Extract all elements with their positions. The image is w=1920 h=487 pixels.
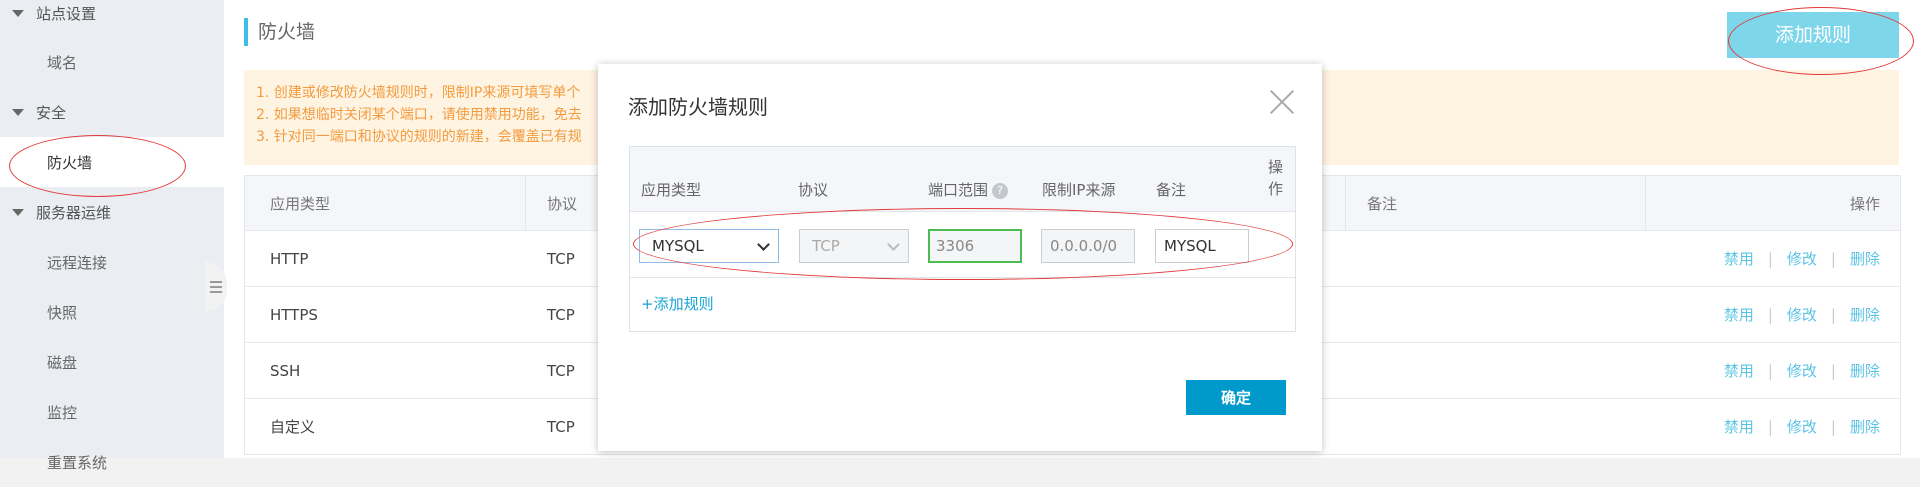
chevron-down-icon bbox=[887, 238, 900, 251]
page-title: 防火墙 bbox=[244, 18, 315, 46]
port-value: 3306 bbox=[936, 237, 975, 255]
sidebar-item-label: 域名 bbox=[47, 53, 78, 72]
row-actions: 禁用 | 修改 | 删除 bbox=[1724, 416, 1880, 437]
ip-source-input[interactable]: 0.0.0.0/0 bbox=[1041, 229, 1135, 263]
app-type-value: MYSQL bbox=[652, 237, 704, 255]
sidebar-item-remote-connect[interactable]: 远程连接 bbox=[0, 237, 224, 287]
disable-link[interactable]: 禁用 bbox=[1724, 360, 1754, 381]
header-port-range: 端口范围? bbox=[928, 179, 1009, 200]
row-actions: 禁用 | 修改 | 删除 bbox=[1724, 360, 1880, 381]
sidebar-item-label: 快照 bbox=[47, 303, 78, 322]
caret-down-icon bbox=[12, 9, 24, 17]
sidebar-group-server-ops[interactable]: 服务器运维 bbox=[0, 187, 224, 237]
disable-link[interactable]: 禁用 bbox=[1724, 416, 1754, 437]
sidebar-item-reset-system[interactable]: 重置系统 bbox=[0, 437, 224, 487]
cell-protocol: TCP bbox=[547, 305, 575, 324]
cell-protocol: TCP bbox=[547, 249, 575, 268]
sidebar-item-disk[interactable]: 磁盘 bbox=[0, 337, 224, 387]
dialog-title: 添加防火墙规则 bbox=[628, 95, 768, 119]
header-divider bbox=[525, 176, 526, 230]
delete-link[interactable]: 删除 bbox=[1850, 416, 1880, 437]
sidebar-group-label: 服务器运维 bbox=[36, 203, 112, 222]
action-separator: | bbox=[1830, 417, 1836, 436]
sidebar-item-snapshot[interactable]: 快照 bbox=[0, 287, 224, 337]
action-separator: | bbox=[1830, 361, 1836, 380]
edit-link[interactable]: 修改 bbox=[1787, 304, 1817, 325]
sidebar-item-label: 监控 bbox=[47, 403, 78, 422]
add-rule-button[interactable]: 添加规则 bbox=[1727, 12, 1899, 58]
action-separator: | bbox=[1767, 305, 1773, 324]
header-ops: 操作 bbox=[1849, 194, 1880, 213]
row-actions: 禁用 | 修改 | 删除 bbox=[1724, 304, 1880, 325]
delete-link[interactable]: 删除 bbox=[1850, 304, 1880, 325]
sidebar-group-label: 安全 bbox=[36, 103, 67, 122]
menu-icon bbox=[210, 281, 222, 293]
disable-link[interactable]: 禁用 bbox=[1724, 248, 1754, 269]
caret-down-icon bbox=[12, 108, 24, 116]
header-divider bbox=[1645, 176, 1646, 230]
action-separator: | bbox=[1830, 249, 1836, 268]
protocol-select: TCP bbox=[799, 229, 909, 263]
header-ip-source: 限制IP来源 bbox=[1042, 181, 1116, 199]
header-note: 备注 bbox=[1156, 181, 1187, 199]
row-divider bbox=[630, 277, 1295, 278]
chevron-down-icon bbox=[757, 238, 770, 251]
sidebar-item-label: 磁盘 bbox=[47, 353, 78, 372]
sidebar-item-monitor[interactable]: 监控 bbox=[0, 387, 224, 437]
confirm-button[interactable]: 确定 bbox=[1186, 380, 1286, 415]
close-icon[interactable] bbox=[1268, 88, 1296, 116]
sidebar-item-label: 远程连接 bbox=[47, 253, 108, 272]
rule-form-table: 应用类型 协议 端口范围? 限制IP来源 备注 操作 MYSQL TCP 330… bbox=[629, 146, 1296, 332]
edit-link[interactable]: 修改 bbox=[1787, 416, 1817, 437]
note-value: MYSQL bbox=[1164, 237, 1216, 255]
cell-app-type: 自定义 bbox=[270, 418, 316, 436]
add-firewall-rule-dialog: 添加防火墙规则 应用类型 协议 端口范围? 限制IP来源 备注 操作 MYSQL… bbox=[598, 64, 1322, 451]
sidebar-item-label: 重置系统 bbox=[47, 453, 108, 472]
row-actions: 禁用 | 修改 | 删除 bbox=[1724, 248, 1880, 269]
sidebar-item-domain[interactable]: 域名 bbox=[0, 37, 224, 87]
rule-form-header: 应用类型 协议 端口范围? 限制IP来源 备注 操作 bbox=[630, 147, 1295, 212]
edit-link[interactable]: 修改 bbox=[1787, 360, 1817, 381]
header-app-type: 应用类型 bbox=[270, 194, 331, 213]
delete-link[interactable]: 删除 bbox=[1850, 248, 1880, 269]
action-separator: | bbox=[1830, 305, 1836, 324]
sidebar-item-label: 防火墙 bbox=[47, 153, 93, 172]
note-input[interactable]: MYSQL bbox=[1155, 229, 1249, 263]
sidebar-group-site-settings[interactable]: 站点设置 bbox=[0, 0, 224, 38]
ip-value: 0.0.0.0/0 bbox=[1050, 237, 1118, 255]
action-separator: | bbox=[1767, 361, 1773, 380]
sidebar-group-security[interactable]: 安全 bbox=[0, 87, 224, 137]
add-rule-link[interactable]: +添加规则 bbox=[641, 293, 714, 314]
cell-app-type: HTTPS bbox=[270, 305, 318, 324]
cell-protocol: TCP bbox=[547, 361, 575, 380]
sidebar: 站点设置 域名 安全 防火墙 服务器运维 远程连接 快照 磁盘 监控 重置系统 bbox=[0, 0, 224, 472]
delete-link[interactable]: 删除 bbox=[1850, 360, 1880, 381]
header-protocol: 协议 bbox=[547, 194, 578, 213]
header-divider bbox=[1345, 176, 1346, 230]
cell-app-type: HTTP bbox=[270, 249, 309, 268]
header-ops: 操作 bbox=[1268, 158, 1284, 198]
header-protocol: 协议 bbox=[798, 181, 829, 199]
help-icon[interactable]: ? bbox=[992, 183, 1009, 199]
sidebar-group-label: 站点设置 bbox=[36, 4, 97, 23]
action-separator: | bbox=[1767, 417, 1773, 436]
action-separator: | bbox=[1767, 249, 1773, 268]
sidebar-item-firewall[interactable]: 防火墙 bbox=[0, 137, 224, 187]
edit-link[interactable]: 修改 bbox=[1787, 248, 1817, 269]
disable-link[interactable]: 禁用 bbox=[1724, 304, 1754, 325]
cell-app-type: SSH bbox=[270, 361, 301, 380]
cell-protocol: TCP bbox=[547, 417, 575, 436]
caret-down-icon bbox=[12, 208, 24, 216]
header-app-type: 应用类型 bbox=[641, 181, 702, 199]
port-range-input[interactable]: 3306 bbox=[928, 229, 1022, 263]
header-note: 备注 bbox=[1367, 194, 1398, 213]
protocol-value: TCP bbox=[812, 237, 840, 255]
app-type-select[interactable]: MYSQL bbox=[639, 229, 779, 263]
